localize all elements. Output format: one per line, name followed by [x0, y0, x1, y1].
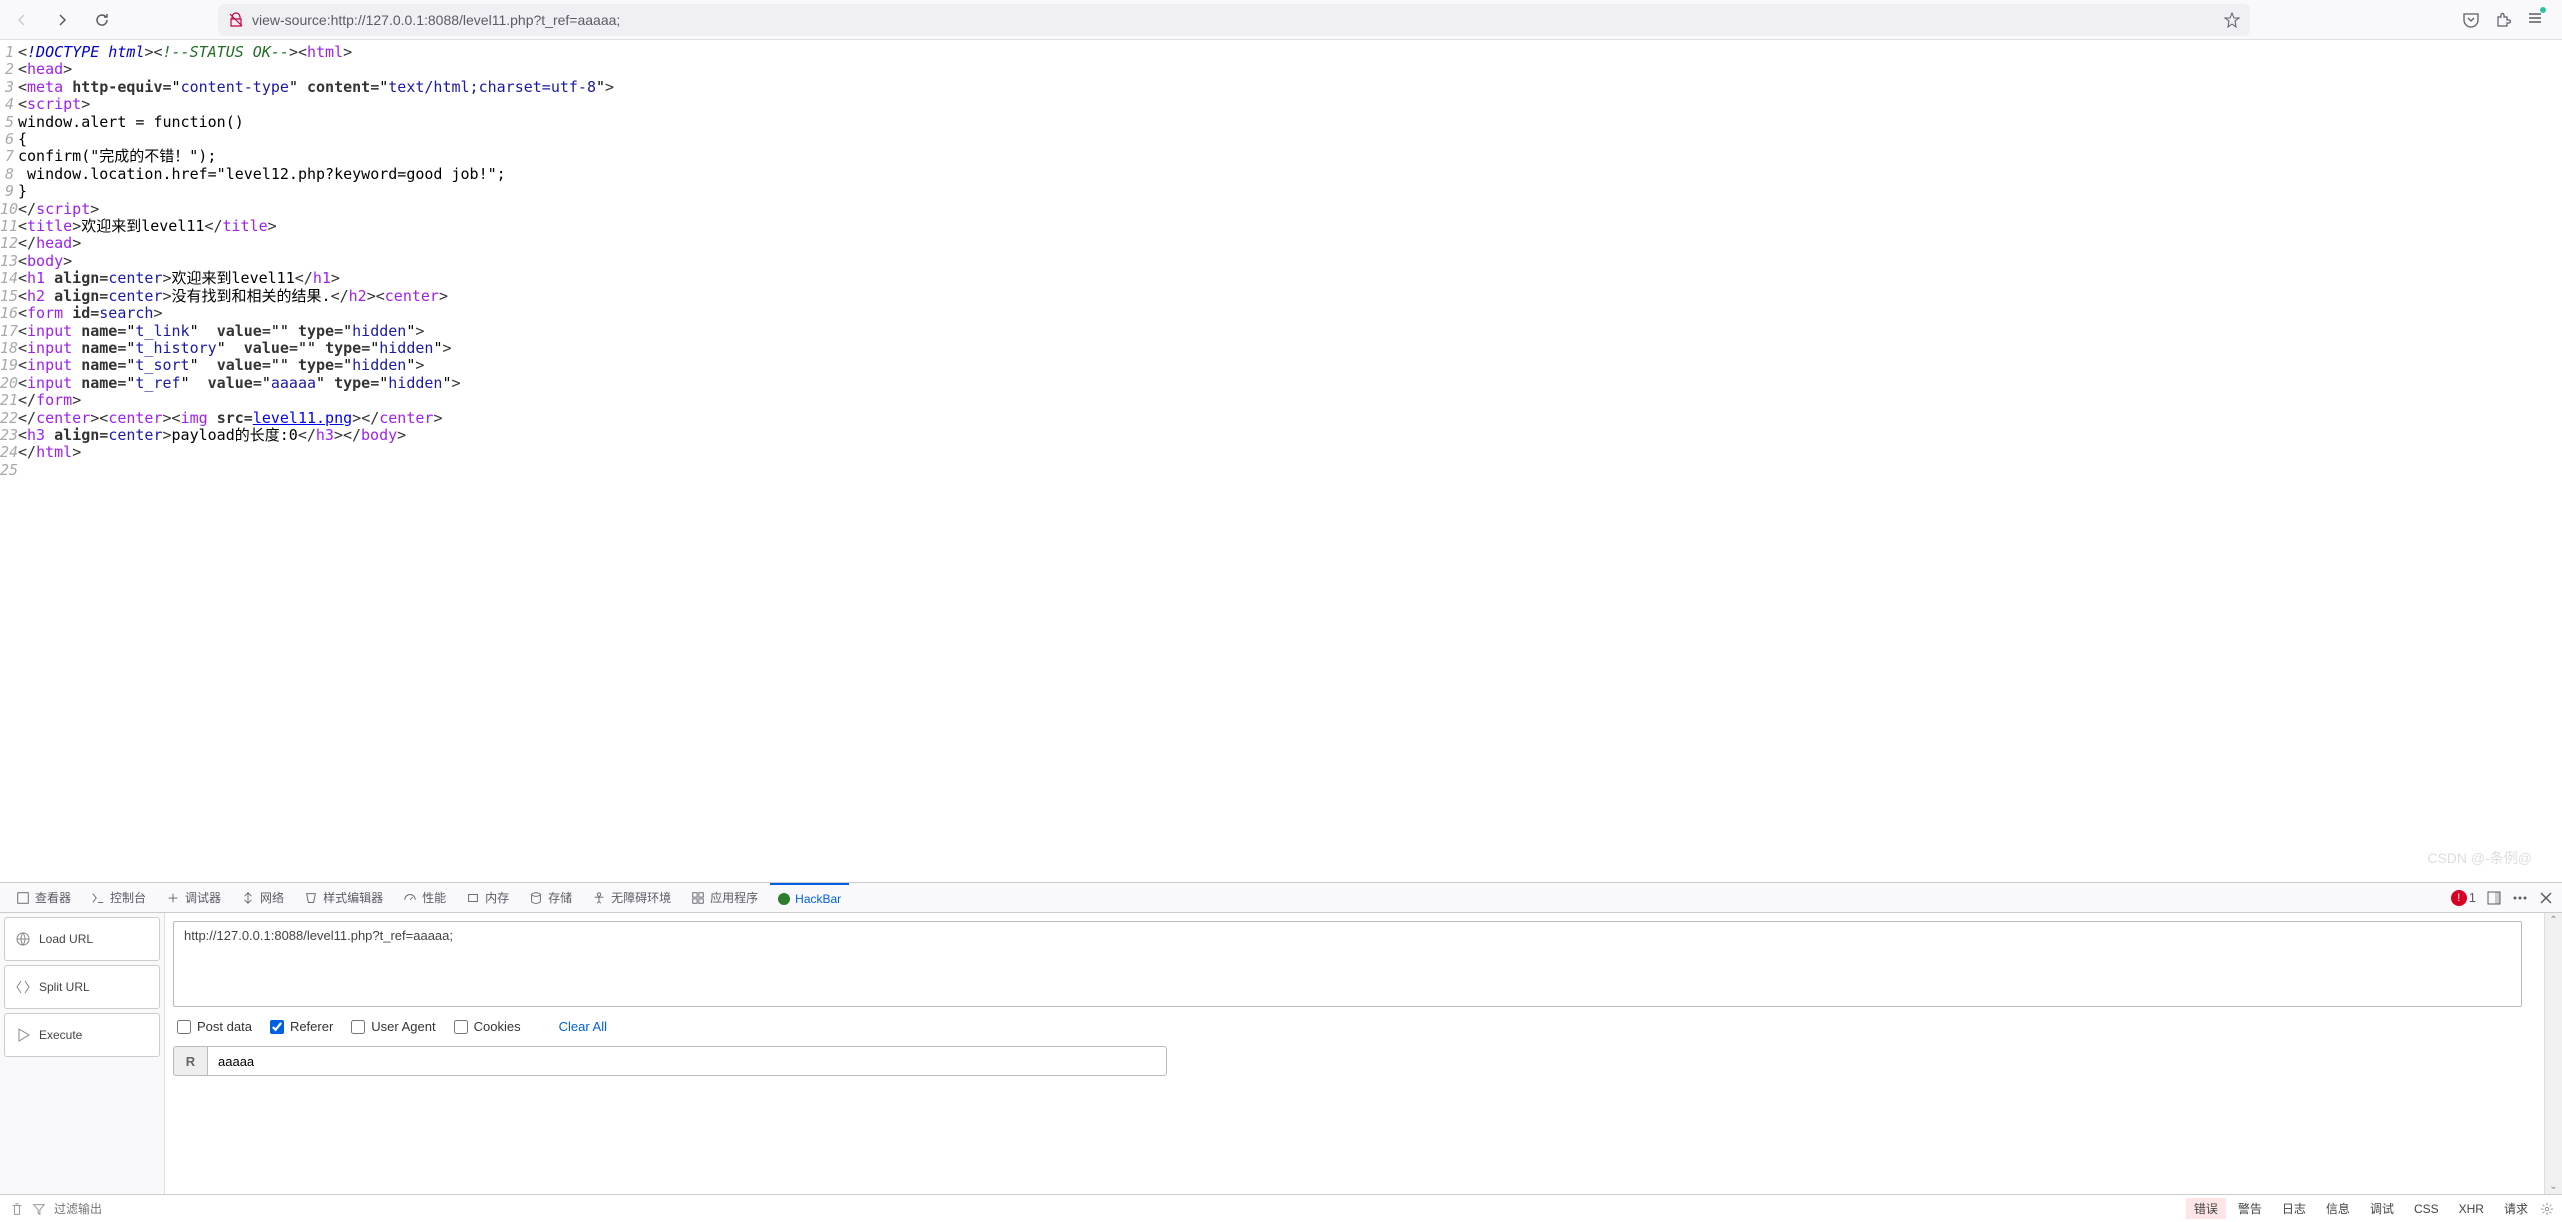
bottom-debug[interactable]: 调试: [2362, 1198, 2402, 1219]
devtools-bottom-bar: 错误 警告 日志 信息 调试 CSS XHR 请求: [0, 1194, 2562, 1222]
back-button[interactable]: [8, 6, 36, 34]
hackbar-url-input[interactable]: [173, 921, 2522, 1007]
hackbar-icon: [778, 893, 790, 905]
bottom-warn[interactable]: 警告: [2230, 1198, 2270, 1219]
hackbar-body: Load URL Split URL Execute Post data Ref…: [0, 913, 2562, 1194]
clear-all-link[interactable]: Clear All: [559, 1019, 607, 1034]
execute-button[interactable]: Execute: [4, 1013, 160, 1057]
tab-network[interactable]: 网络: [233, 883, 292, 913]
tab-storage[interactable]: 存储: [521, 883, 580, 913]
error-indicator[interactable]: !1: [2451, 890, 2476, 906]
load-url-button[interactable]: Load URL: [4, 917, 160, 961]
insecure-icon: [228, 12, 244, 28]
dock-icon[interactable]: [2486, 890, 2502, 906]
post-data-checkbox[interactable]: Post data: [177, 1019, 252, 1034]
devtools-tabs: 查看器 控制台 调试器 网络 样式编辑器 性能 内存 存储 无障碍环境 应用程序…: [0, 883, 2562, 913]
tab-memory[interactable]: 内存: [458, 883, 517, 913]
tab-a11y[interactable]: 无障碍环境: [584, 883, 679, 913]
watermark: CSDN @-条例@: [2427, 848, 2532, 868]
browser-toolbar: view-source:http://127.0.0.1:8088/level1…: [0, 0, 2562, 40]
filter-icon[interactable]: [32, 1202, 46, 1216]
bottom-css[interactable]: CSS: [2406, 1200, 2447, 1218]
hackbar-sidebar: Load URL Split URL Execute: [0, 913, 165, 1194]
referer-row: R: [173, 1046, 2522, 1076]
hackbar-main: Post data Referer User Agent Cookies Cle…: [165, 913, 2562, 1194]
tab-app[interactable]: 应用程序: [683, 883, 766, 913]
toolbar-right: [2462, 9, 2554, 30]
hamburger-icon[interactable]: [2526, 9, 2544, 30]
bottom-xhr[interactable]: XHR: [2451, 1200, 2492, 1218]
referer-checkbox[interactable]: Referer: [270, 1019, 333, 1034]
url-text: view-source:http://127.0.0.1:8088/level1…: [252, 12, 2216, 28]
tab-console[interactable]: 控制台: [83, 883, 154, 913]
devtools-panel: 查看器 控制台 调试器 网络 样式编辑器 性能 内存 存储 无障碍环境 应用程序…: [0, 882, 2562, 1222]
tab-debugger[interactable]: 调试器: [158, 883, 229, 913]
settings-icon[interactable]: [2540, 1202, 2554, 1216]
bottom-req[interactable]: 请求: [2496, 1198, 2536, 1219]
tab-inspector[interactable]: 查看器: [8, 883, 79, 913]
close-icon[interactable]: [2538, 890, 2554, 906]
scrollbar[interactable]: ⌃⌄: [2544, 913, 2562, 1194]
bottom-info[interactable]: 信息: [2318, 1198, 2358, 1219]
tab-perf[interactable]: 性能: [395, 883, 454, 913]
hackbar-options: Post data Referer User Agent Cookies Cle…: [173, 1019, 2522, 1034]
referer-input[interactable]: [207, 1046, 1167, 1076]
pocket-icon[interactable]: [2462, 11, 2480, 29]
tab-hackbar[interactable]: HackBar: [770, 883, 849, 913]
referer-label: R: [173, 1046, 207, 1076]
filter-input[interactable]: [54, 1202, 209, 1216]
image-link[interactable]: level11.png: [253, 409, 352, 427]
split-url-button[interactable]: Split URL: [4, 965, 160, 1009]
user-agent-checkbox[interactable]: User Agent: [351, 1019, 435, 1034]
line-num: 1: [0, 44, 18, 61]
bookmark-star-icon[interactable]: [2224, 12, 2240, 28]
tab-styles[interactable]: 样式编辑器: [296, 883, 391, 913]
bottom-error[interactable]: 错误: [2186, 1198, 2226, 1219]
bottom-log[interactable]: 日志: [2274, 1198, 2314, 1219]
extensions-icon[interactable]: [2494, 11, 2512, 29]
url-bar[interactable]: view-source:http://127.0.0.1:8088/level1…: [218, 4, 2250, 36]
more-icon[interactable]: [2512, 890, 2528, 906]
cookies-checkbox[interactable]: Cookies: [454, 1019, 521, 1034]
trash-icon[interactable]: [10, 1202, 24, 1216]
forward-button[interactable]: [48, 6, 76, 34]
source-view: 1<!DOCTYPE html><!--STATUS OK--><html> 2…: [0, 40, 2562, 483]
reload-button[interactable]: [88, 6, 116, 34]
